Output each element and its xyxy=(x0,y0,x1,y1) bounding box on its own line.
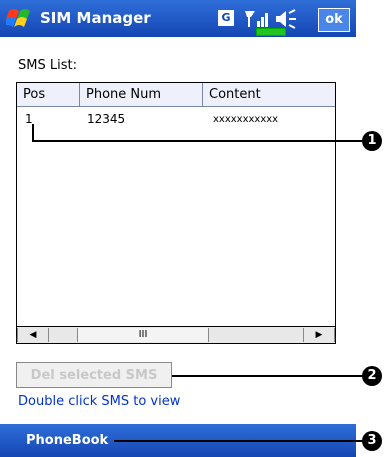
column-header-phone[interactable]: Phone Num xyxy=(80,83,203,107)
callout-marker-3: 3 xyxy=(362,431,382,451)
signal-strength-icon[interactable] xyxy=(244,9,270,29)
column-header-content[interactable]: Content xyxy=(203,83,335,107)
app-title: SIM Manager xyxy=(40,9,151,27)
row-content: xxxxxxxxxxx xyxy=(213,114,279,125)
horizontal-scrollbar[interactable]: ◀ III ▶ xyxy=(17,326,335,343)
callout-line-2 xyxy=(172,375,362,377)
callout-line-3 xyxy=(114,440,362,442)
row-phone: 12345 xyxy=(87,112,126,126)
ok-button[interactable]: ok xyxy=(318,8,350,32)
sms-list-view[interactable]: Pos Phone Num Content 1 12345 xxxxxxxxxx… xyxy=(16,82,336,344)
callout-line-1 xyxy=(32,140,362,142)
sms-list-label: SMS List: xyxy=(18,58,77,73)
table-row[interactable]: 1 12345 xxxxxxxxxxx xyxy=(17,109,335,129)
battery-icon xyxy=(256,28,286,36)
view-hint-text: Double click SMS to view xyxy=(18,394,181,409)
callout-marker-2: 2 xyxy=(362,366,382,386)
scroll-thumb[interactable]: III xyxy=(77,328,209,342)
callout-marker-1: 1 xyxy=(362,131,382,151)
network-type-icon[interactable]: G xyxy=(218,10,234,26)
title-bar: SIM Manager G ok xyxy=(0,0,356,37)
scroll-left-arrow-icon[interactable]: ◀ xyxy=(17,328,49,342)
start-flag-icon[interactable] xyxy=(6,6,32,30)
scroll-right-arrow-icon[interactable]: ▶ xyxy=(303,328,335,342)
column-header-pos[interactable]: Pos xyxy=(17,83,80,107)
delete-selected-sms-button[interactable]: Del selected SMS xyxy=(16,362,172,388)
callout-line-1-vertical xyxy=(32,124,34,141)
phonebook-softkey[interactable]: PhoneBook xyxy=(26,424,108,457)
speaker-volume-icon[interactable] xyxy=(274,9,298,29)
device-screen: SIM Manager G ok SMS List: Pos Phone Num… xyxy=(0,0,356,457)
